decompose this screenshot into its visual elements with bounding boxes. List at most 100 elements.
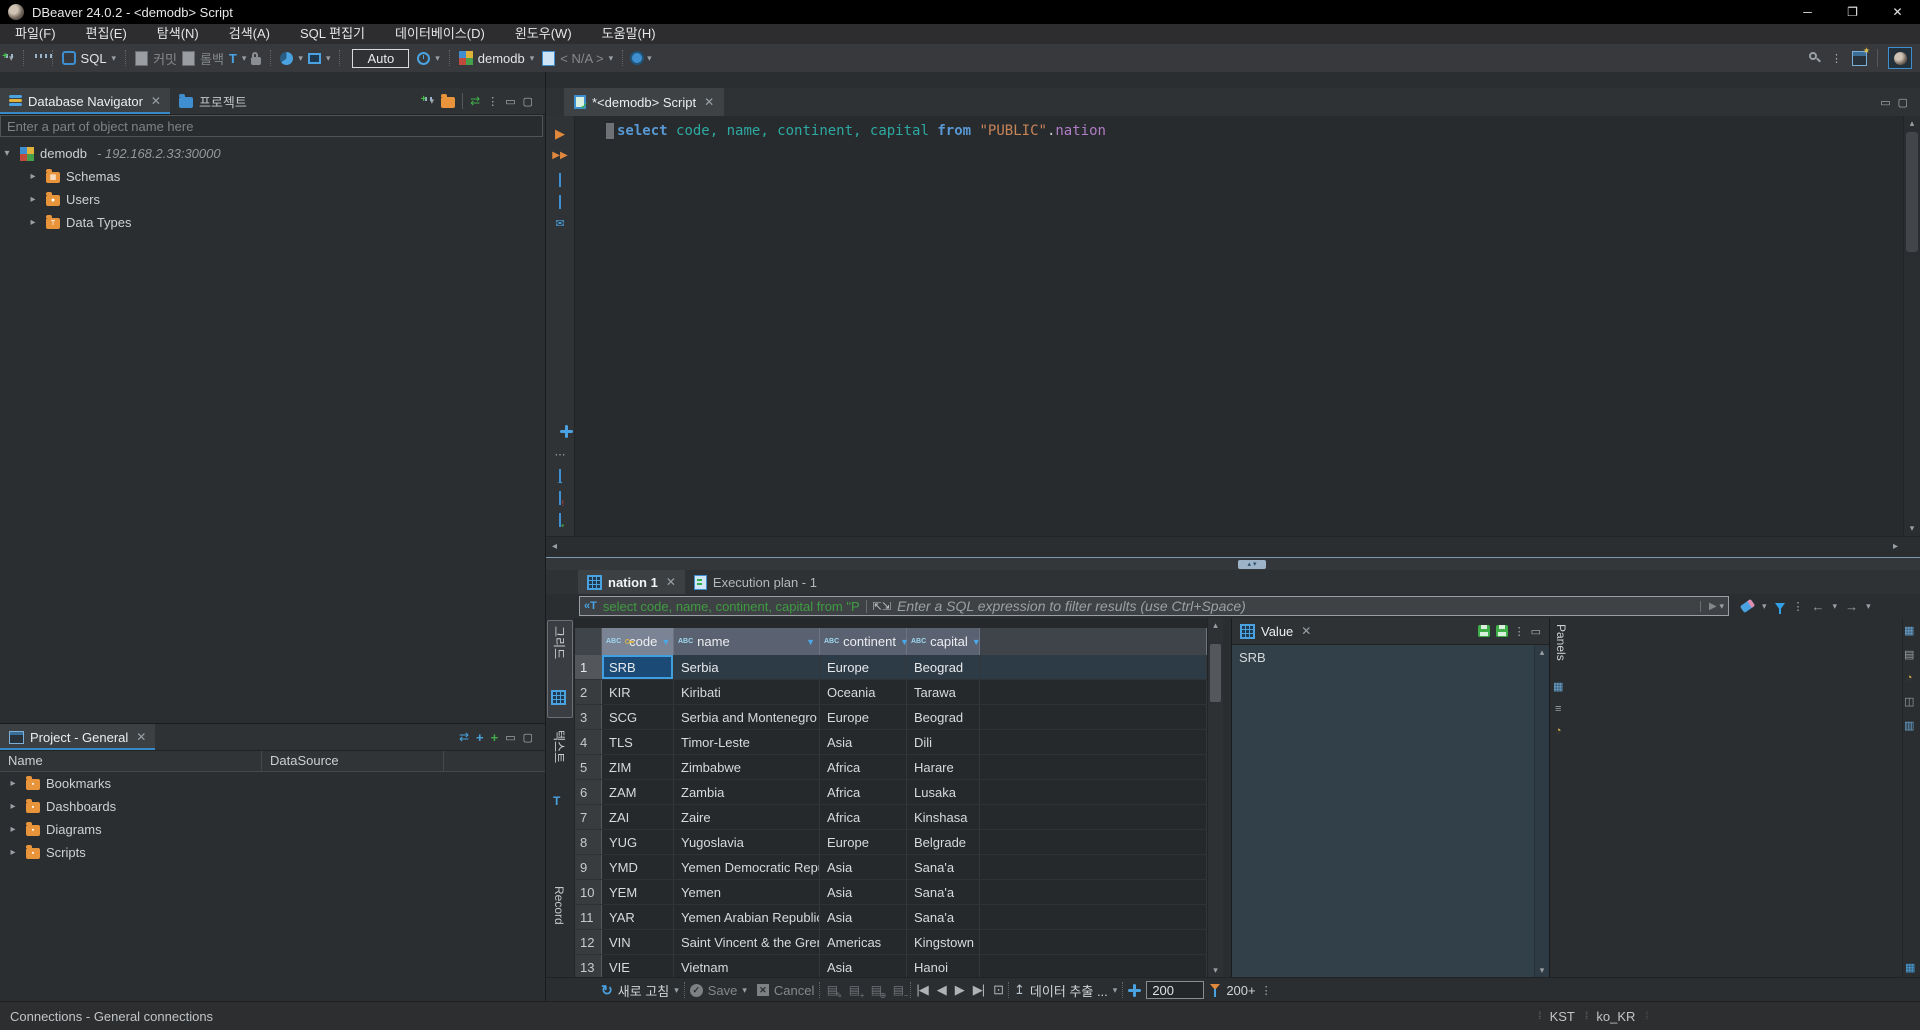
- history-back-icon[interactable]: ←: [1812, 599, 1825, 614]
- editor-vertical-scrollbar[interactable]: ▴ ▾: [1903, 116, 1920, 536]
- commit-button[interactable]: 커밋: [153, 49, 177, 68]
- more-icon[interactable]: ⋯: [552, 447, 568, 463]
- scroll-up-icon[interactable]: ▴: [1208, 620, 1223, 631]
- close-icon[interactable]: ✕: [136, 730, 146, 744]
- grid-cell-empty[interactable]: [980, 880, 1207, 904]
- grid-cell[interactable]: YEM: [602, 880, 674, 904]
- tab-demodb-script[interactable]: *<demodb> Script ✕: [564, 88, 724, 116]
- table-row[interactable]: 6ZAMZambiaAfricaLusaka: [575, 780, 1207, 805]
- value-content[interactable]: SRB ▴ ▾: [1232, 645, 1549, 978]
- grid-cell[interactable]: Saint Vincent & the Grenadines: [674, 930, 820, 954]
- tab-nation-1[interactable]: nation 1 ✕: [578, 570, 685, 594]
- minimize-view-icon[interactable]: ▭: [505, 731, 515, 744]
- row-number[interactable]: 3: [575, 705, 602, 729]
- fetch-size-input[interactable]: [1146, 981, 1204, 999]
- menu-item-5[interactable]: SQL 편집기: [285, 24, 380, 44]
- grid-cell[interactable]: Tarawa: [907, 680, 980, 704]
- grid-cell[interactable]: Sana'a: [907, 855, 980, 879]
- row-number[interactable]: 5: [575, 755, 602, 779]
- menu-item-3[interactable]: 탐색(N): [142, 24, 214, 44]
- doc-alert-icon[interactable]: !: [552, 490, 568, 506]
- row-number[interactable]: 13: [575, 955, 602, 979]
- grid-cell[interactable]: Africa: [820, 805, 907, 829]
- grid-cell[interactable]: ZAM: [602, 780, 674, 804]
- rail-grid-icon[interactable]: ▦: [1904, 624, 1914, 637]
- grid-cell[interactable]: VIE: [602, 955, 674, 979]
- panel-toggle-icon[interactable]: ◔: [1553, 725, 1563, 737]
- collapse-arrow-icon[interactable]: ▸: [26, 171, 40, 182]
- history-forward-icon[interactable]: →: [1845, 599, 1858, 614]
- grid-cell[interactable]: Timor-Leste: [674, 730, 820, 754]
- tx-mode-icon[interactable]: [417, 52, 430, 65]
- transaction-dropdown[interactable]: ▾: [242, 53, 247, 64]
- tree-item-schemas[interactable]: ▸▦Schemas: [0, 165, 545, 188]
- panels-label[interactable]: Panels: [1552, 624, 1570, 661]
- view-menu-icon[interactable]: ⋮: [487, 95, 498, 108]
- mail-export-icon[interactable]: ✉: [552, 216, 568, 232]
- tab-database-navigator[interactable]: Database Navigator ✕: [0, 88, 170, 114]
- rail-bottom-icon[interactable]: ▦: [1905, 961, 1915, 974]
- tree-item-connection[interactable]: ▾demodb- 192.168.2.33:30000: [0, 142, 545, 165]
- sql-code-line[interactable]: select code, name, continent, capital fr…: [606, 122, 1106, 140]
- scroll-down-icon[interactable]: ▾: [1535, 965, 1549, 976]
- grid-cell-empty[interactable]: [980, 705, 1207, 729]
- apply-filter-icon[interactable]: ▶ ▾: [1700, 601, 1724, 612]
- grid-cell[interactable]: YUG: [602, 830, 674, 854]
- rail-chart-icon[interactable]: ◔: [1904, 672, 1914, 684]
- grid-vertical-scrollbar[interactable]: ▴ ▾: [1207, 618, 1223, 978]
- record-mode-toggle[interactable]: Record: [550, 886, 568, 925]
- menu-item-8[interactable]: 도움말(H): [587, 24, 671, 44]
- splitter-grip[interactable]: ▴ ▾: [1238, 560, 1266, 569]
- close-icon[interactable]: ✕: [151, 94, 161, 108]
- transaction-log-icon[interactable]: T: [229, 51, 237, 66]
- grid-cell[interactable]: Zambia: [674, 780, 820, 804]
- maximize-view-icon[interactable]: ▢: [523, 731, 533, 744]
- grid-cell[interactable]: Asia: [820, 730, 907, 754]
- grid-cell[interactable]: Beograd: [907, 655, 980, 679]
- grid-cell[interactable]: Serbia: [674, 655, 820, 679]
- table-row[interactable]: 9YMDYemen Democratic RepublicAsiaSana'a: [575, 855, 1207, 880]
- scroll-up-icon[interactable]: ▴: [1904, 118, 1920, 129]
- filter-funnel-icon[interactable]: [1775, 603, 1785, 610]
- scroll-down-icon[interactable]: ▾: [1904, 523, 1920, 534]
- grid-cell[interactable]: Europe: [820, 655, 907, 679]
- row-number[interactable]: 12: [575, 930, 602, 954]
- table-row[interactable]: 3SCGSerbia and MontenegroEuropeBeograd: [575, 705, 1207, 730]
- tab-projects[interactable]: 프로젝트: [170, 88, 256, 114]
- previous-row-button[interactable]: ◀: [937, 982, 946, 998]
- grid-cell[interactable]: YMD: [602, 855, 674, 879]
- grid-cell[interactable]: TLS: [602, 730, 674, 754]
- last-row-button[interactable]: ▶|: [973, 982, 984, 998]
- minimize-button[interactable]: ─: [1785, 0, 1830, 24]
- grid-cell[interactable]: Oceania: [820, 680, 907, 704]
- fetch-page-button[interactable]: ⊡: [993, 982, 1003, 998]
- column-header-capital[interactable]: ABCcapital▼: [907, 628, 980, 655]
- grid-cell[interactable]: Harare: [907, 755, 980, 779]
- scrollbar-thumb[interactable]: [1906, 132, 1918, 252]
- task-icon[interactable]: [632, 53, 642, 63]
- editor-body[interactable]: ▶ ▶▶ ✉ ⋯ → ! ▪ select code, name, contin…: [546, 116, 1920, 536]
- row-count-icon[interactable]: [1209, 984, 1221, 997]
- rollback-icon[interactable]: [182, 51, 195, 66]
- minimize-view-icon[interactable]: ▭: [505, 95, 515, 108]
- expand-arrow-icon[interactable]: ▾: [0, 148, 14, 159]
- minimize-editor-icon[interactable]: ▭: [1880, 96, 1890, 109]
- menu-item-7[interactable]: 윈도우(W): [500, 24, 587, 44]
- first-row-button[interactable]: |◀: [916, 982, 927, 998]
- project-item-diagrams[interactable]: ▸▪Diagrams: [0, 818, 545, 841]
- doc-next-icon[interactable]: →: [552, 468, 568, 484]
- scrollbar-thumb[interactable]: [1210, 644, 1221, 702]
- grid-cell[interactable]: Yemen Arabian Republic: [674, 905, 820, 929]
- table-row[interactable]: 7ZAIZaireAfricaKinshasa: [575, 805, 1207, 830]
- script-doc-icon[interactable]: [552, 194, 568, 210]
- scroll-right-icon[interactable]: ▸: [1893, 541, 1898, 552]
- scroll-down-icon[interactable]: ▾: [1208, 965, 1223, 976]
- table-row[interactable]: 5ZIMZimbabweAfricaHarare: [575, 755, 1207, 780]
- grid-cell[interactable]: VIN: [602, 930, 674, 954]
- grid-cell-empty[interactable]: [980, 955, 1207, 979]
- grid-cell[interactable]: Asia: [820, 905, 907, 929]
- panel-toggle-icon[interactable]: ≡: [1553, 703, 1563, 715]
- grid-cell[interactable]: Yugoslavia: [674, 830, 820, 854]
- grid-cell[interactable]: Zimbabwe: [674, 755, 820, 779]
- cancel-button[interactable]: ✕ Cancel: [757, 983, 814, 998]
